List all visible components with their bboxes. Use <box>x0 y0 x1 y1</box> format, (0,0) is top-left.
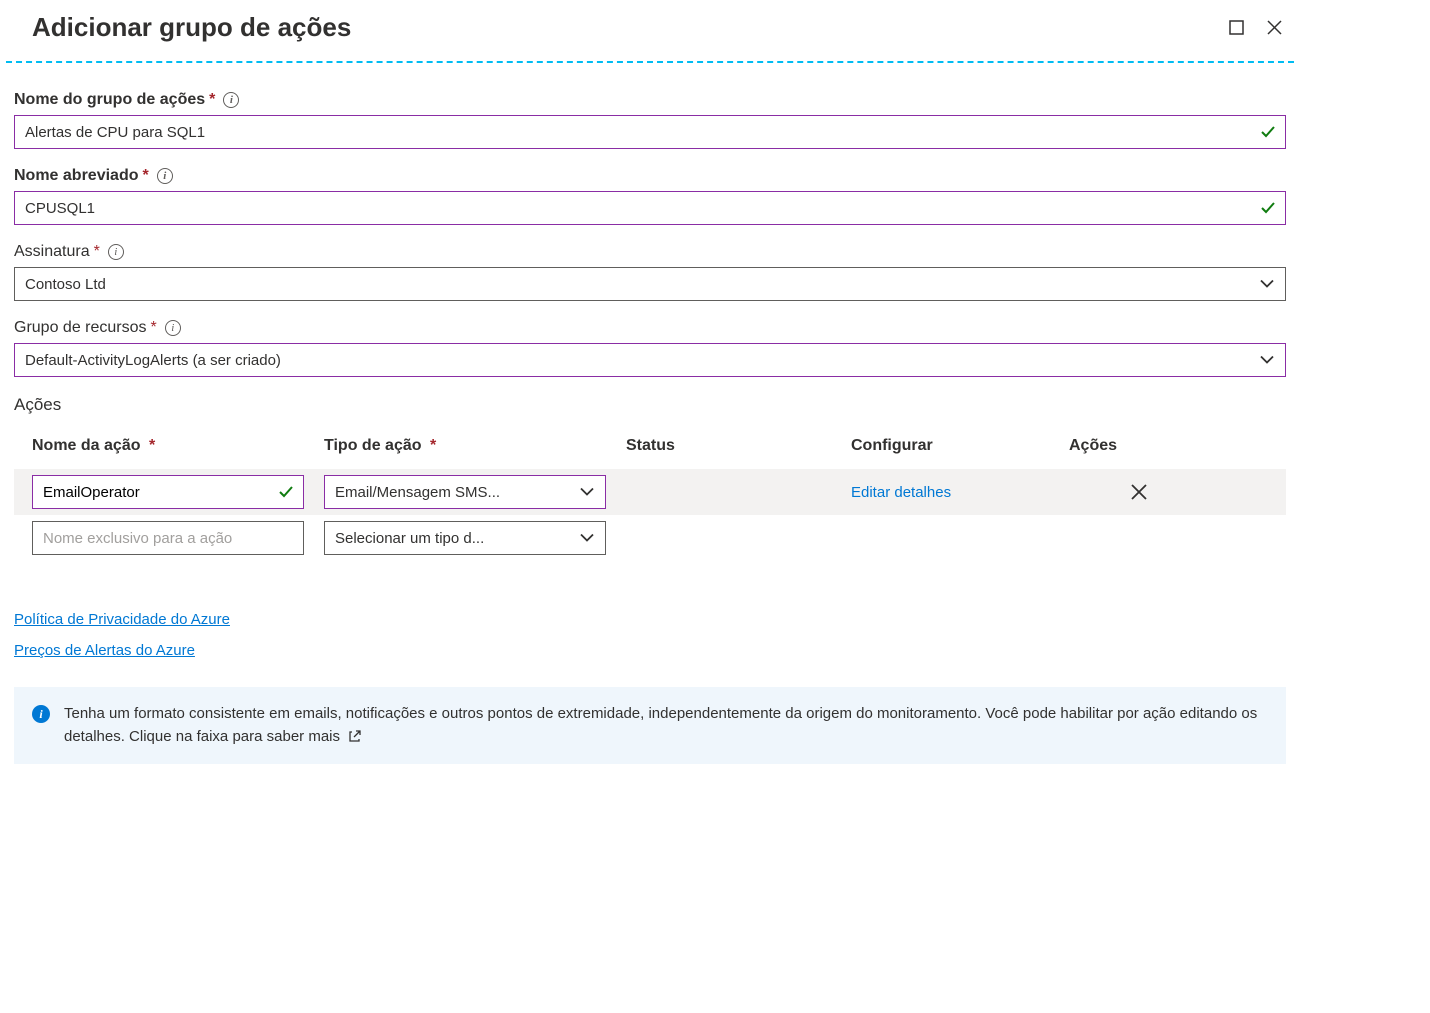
resource-group-label: Grupo de recursos * i <box>14 319 1286 337</box>
panel-title: Adicionar grupo de ações <box>32 12 351 43</box>
column-header-status: Status <box>626 437 851 455</box>
short-name-input[interactable] <box>14 191 1286 225</box>
info-icon[interactable]: i <box>165 320 181 336</box>
action-row-placeholder: Selecionar um tipo d... <box>14 515 1286 561</box>
actions-heading: Ações <box>14 395 1286 415</box>
info-banner-text: Tenha um formato consistente em emails, … <box>64 703 1268 748</box>
column-header-actions: Ações <box>1069 437 1209 455</box>
check-icon <box>1260 124 1276 140</box>
group-name-input[interactable] <box>14 115 1286 149</box>
info-icon[interactable]: i <box>108 244 124 260</box>
maximize-icon <box>1229 20 1244 35</box>
subscription-select[interactable]: Contoso Ltd <box>14 267 1286 301</box>
action-row: Email/Mensagem SMS... Editar detalhes <box>14 469 1286 515</box>
info-icon: i <box>32 705 50 723</box>
panel-header: Adicionar grupo de ações <box>6 0 1294 63</box>
info-banner[interactable]: i Tenha um formato consistente em emails… <box>14 687 1286 764</box>
action-type-placeholder-select[interactable]: Selecionar um tipo d... <box>324 521 606 555</box>
remove-action-button[interactable] <box>1131 484 1147 500</box>
column-header-configure: Configurar <box>851 437 1069 455</box>
external-link-icon <box>348 730 361 743</box>
info-icon[interactable]: i <box>223 92 239 108</box>
resource-group-select[interactable]: Default-ActivityLogAlerts (a ser criado) <box>14 343 1286 377</box>
edit-details-link[interactable]: Editar detalhes <box>851 484 951 501</box>
privacy-policy-link[interactable]: Política de Privacidade do Azure <box>14 611 1286 628</box>
column-header-name: Nome da ação * <box>32 437 324 455</box>
action-name-input[interactable] <box>32 475 304 509</box>
group-name-label: Nome do grupo de ações * i <box>14 91 1286 109</box>
maximize-button[interactable] <box>1226 18 1246 38</box>
check-icon <box>278 484 294 500</box>
close-button[interactable] <box>1264 18 1284 38</box>
close-icon <box>1267 20 1282 35</box>
check-icon <box>1260 200 1276 216</box>
subscription-label: Assinatura * i <box>14 243 1286 261</box>
action-name-placeholder-input[interactable] <box>32 521 304 555</box>
column-header-type: Tipo de ação * <box>324 437 626 455</box>
info-icon[interactable]: i <box>157 168 173 184</box>
actions-table: Nome da ação * Tipo de ação * Status Con… <box>14 427 1286 561</box>
pricing-link[interactable]: Preços de Alertas do Azure <box>14 642 1286 659</box>
action-type-select[interactable]: Email/Mensagem SMS... <box>324 475 606 509</box>
short-name-label: Nome abreviado * i <box>14 167 1286 185</box>
